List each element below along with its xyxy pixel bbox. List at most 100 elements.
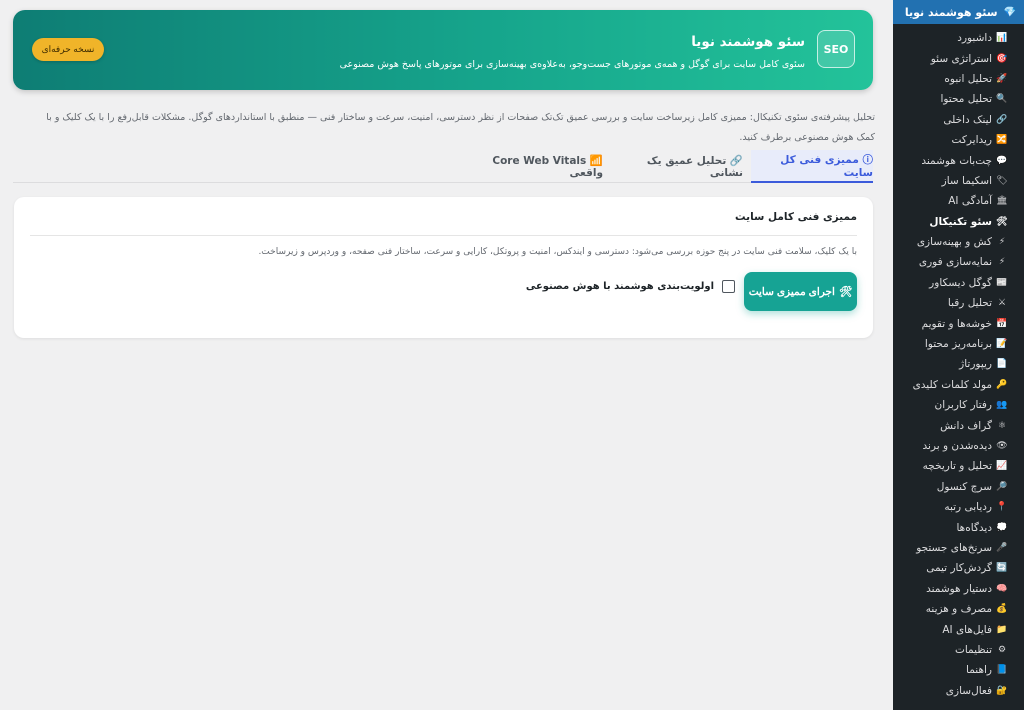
sidebar-item[interactable]: 🔎 سرچ کنسول — [893, 477, 1024, 497]
tab-core-web-vitals[interactable]: 📶 Core Web Vitals واقعی — [473, 150, 603, 183]
sidebar-item-label: لینک داخلی — [943, 113, 992, 126]
sidebar-item[interactable]: 📈 تحلیل و تاریخچه — [893, 456, 1024, 476]
sidebar-item[interactable]: 🏛 آمادگی AI — [893, 191, 1024, 211]
sidebar-item-label: آمادگی AI — [948, 195, 992, 208]
sidebar-item[interactable]: 🏷 اسکیما ساز — [893, 171, 1024, 191]
sidebar-header[interactable]: 💎 سئو هوشمند نویا — [893, 0, 1024, 24]
tab-site-audit[interactable]: ⓘ ممیزی فنی کل سایت — [751, 150, 873, 183]
sidebar-item[interactable]: 🔑 مولد کلمات کلیدی — [893, 375, 1024, 395]
menu-icon: 📅 — [996, 318, 1008, 329]
sidebar-item-label: سئو تکنیکال — [929, 215, 992, 228]
menu-icon: 👥 — [996, 400, 1008, 411]
menu-icon: 📰 — [996, 277, 1008, 288]
menu-icon: 📄 — [996, 359, 1008, 370]
menu-icon: 🚀 — [996, 73, 1008, 84]
sidebar-item[interactable]: 🔐 فعال‌سازی — [893, 681, 1024, 701]
sidebar-item[interactable]: 📅 خوشه‌ها و تقویم — [893, 313, 1024, 333]
sidebar-item[interactable]: 🚀 تحلیل انبوه — [893, 69, 1024, 89]
sidebar-item[interactable]: 🔄 گردش‌کار تیمی — [893, 558, 1024, 578]
hero-banner: SEO سئو هوشمند نویا سئوی کامل سایت برای … — [13, 10, 873, 90]
menu-icon: 🏷 — [996, 175, 1008, 186]
sidebar-header-label: سئو هوشمند نویا — [904, 5, 998, 19]
sidebar-item[interactable]: ⚙ تنظیمات — [893, 640, 1024, 660]
sidebar-item-label: تحلیل محتوا — [940, 93, 992, 106]
sidebar-item-label: ریپورتاژ — [959, 358, 992, 371]
sidebar-item[interactable]: ⚡ نمایه‌سازی فوری — [893, 252, 1024, 272]
menu-icon: 📊 — [996, 33, 1008, 44]
menu-icon: 💭 — [996, 522, 1008, 533]
card-description: با یک کلیک، سلامت فنی سایت در پنج حوزه ب… — [258, 247, 857, 257]
sidebar-item-label: دیدگاه‌ها — [956, 521, 992, 534]
sidebar-item[interactable]: 🎯 استراتژی سئو — [893, 48, 1024, 68]
sidebar-item-label: تحلیل انبوه — [944, 72, 992, 85]
tab-bar: ⓘ ممیزی فنی کل سایت 🔗 تحلیل عمیق یک نشان… — [13, 150, 873, 183]
sidebar-item[interactable]: 👥 رفتار کاربران — [893, 395, 1024, 415]
sidebar-item-label: گوگل دیسکاور — [929, 276, 992, 289]
pro-version-button[interactable]: نسخه حرفه‌ای — [32, 38, 104, 61]
sidebar-item-label: راهنما — [966, 664, 992, 677]
sidebar-item[interactable]: 🔗 لینک داخلی — [893, 110, 1024, 130]
menu-icon: 🛠 — [996, 216, 1008, 227]
sidebar-item-label: مولد کلمات کلیدی — [912, 378, 992, 391]
sidebar-item[interactable]: 📘 راهنما — [893, 660, 1024, 680]
menu-icon: 🔄 — [996, 563, 1008, 574]
menu-icon: 🏛 — [996, 196, 1008, 207]
sidebar-item[interactable]: 🔀 ریدایرکت — [893, 130, 1024, 150]
plugin-subtitle: سئوی کامل سایت برای گوگل و همه‌ی موتورها… — [339, 59, 805, 70]
menu-icon: ⚙ — [997, 644, 1007, 655]
sidebar-item[interactable]: 💰 مصرف و هزینه — [893, 599, 1024, 619]
sidebar-item[interactable]: 🛠 سئو تکنیکال — [893, 212, 1024, 232]
diamond-icon: 💎 — [1003, 6, 1016, 18]
menu-icon: 📘 — [996, 665, 1008, 676]
menu-icon: 📁 — [996, 624, 1008, 635]
sidebar-item[interactable]: ⚔ تحلیل رقبا — [893, 293, 1024, 313]
ai-priority-option[interactable]: اولویت‌بندی هوشمند با هوش مصنوعی — [526, 280, 735, 293]
menu-icon: 📍 — [996, 502, 1008, 513]
menu-icon: 🔐 — [996, 685, 1008, 696]
sidebar-item[interactable]: 📝 برنامه‌ریز محتوا — [893, 334, 1024, 354]
card-title: ممیزی فنی کامل سایت — [735, 211, 857, 223]
sidebar-item[interactable]: 💭 دیدگاه‌ها — [893, 517, 1024, 537]
sidebar-item-label: مصرف و هزینه — [925, 603, 992, 616]
seo-logo: SEO — [817, 30, 855, 68]
menu-icon: 🎯 — [996, 53, 1008, 64]
menu-icon: ⚡ — [998, 237, 1006, 248]
menu-icon: 🔀 — [996, 135, 1008, 146]
sidebar-item-label: استراتژی سئو — [930, 52, 992, 65]
sidebar-item-label: دیده‌شدن و برند — [922, 440, 992, 452]
tools-icon: 🛠 — [838, 286, 853, 298]
page-intro: تحلیل پیشرفته‌ی سئوی تکنیکال: ممیزی کامل… — [46, 112, 875, 143]
menu-icon: 🔍 — [996, 94, 1008, 105]
sidebar-item-label: تنظیمات — [954, 643, 992, 656]
sidebar-item[interactable]: 📁 فایل‌های AI — [893, 619, 1024, 639]
run-audit-button[interactable]: 🛠 اجرای ممیزی سایت — [744, 272, 857, 311]
ai-priority-checkbox[interactable] — [722, 280, 735, 293]
plugin-title: سئو هوشمند نویا — [691, 34, 805, 50]
menu-icon: 🔎 — [996, 481, 1008, 492]
menu-icon: 📝 — [996, 339, 1008, 350]
sidebar-item[interactable]: 🧠 دستیار هوشمند — [893, 579, 1024, 599]
sidebar-item[interactable]: 💬 چت‌بات هوشمند — [893, 150, 1024, 170]
sidebar-item-label: فایل‌های AI — [942, 623, 992, 636]
sidebar-item-label: خوشه‌ها و تقویم — [921, 317, 992, 330]
sidebar-item-label: گراف دانش — [940, 419, 992, 432]
sidebar-item-label: ریدایرکت — [951, 134, 992, 147]
sidebar-item[interactable]: 🔍 تحلیل محتوا — [893, 89, 1024, 109]
run-audit-label: اجرای ممیزی سایت — [748, 285, 835, 298]
sidebar-item[interactable]: 🎤 سرنخ‌های جستجو — [893, 538, 1024, 558]
sidebar-item[interactable]: ⚡ کش و بهینه‌سازی — [893, 232, 1024, 252]
sidebar-item[interactable]: ⚛ گراف دانش — [893, 415, 1024, 435]
sidebar-item[interactable]: 📊 داشبورد — [893, 28, 1024, 48]
sidebar-item-label: داشبورد — [957, 32, 992, 45]
sidebar-item[interactable]: 📰 گوگل دیسکاور — [893, 273, 1024, 293]
menu-icon: 🧠 — [996, 583, 1008, 594]
sidebar-item-label: چت‌بات هوشمند — [921, 154, 992, 167]
sidebar-item[interactable]: 👁 دیده‌شدن و برند — [893, 436, 1024, 456]
tab-url-analysis[interactable]: 🔗 تحلیل عمیق یک نشانی — [613, 150, 743, 183]
admin-sidebar: 💎 سئو هوشمند نویا 📊 داشبورد 🎯 استراتژی سئو 🚀… — [893, 0, 1024, 710]
sidebar-item[interactable]: 📍 ردیابی رتبه — [893, 497, 1024, 517]
sidebar-item-label: دستیار هوشمند — [926, 582, 992, 595]
sidebar-item[interactable]: 📄 ریپورتاژ — [893, 354, 1024, 374]
menu-icon: 🔗 — [996, 114, 1008, 125]
menu-icon: ⚛ — [997, 420, 1007, 431]
